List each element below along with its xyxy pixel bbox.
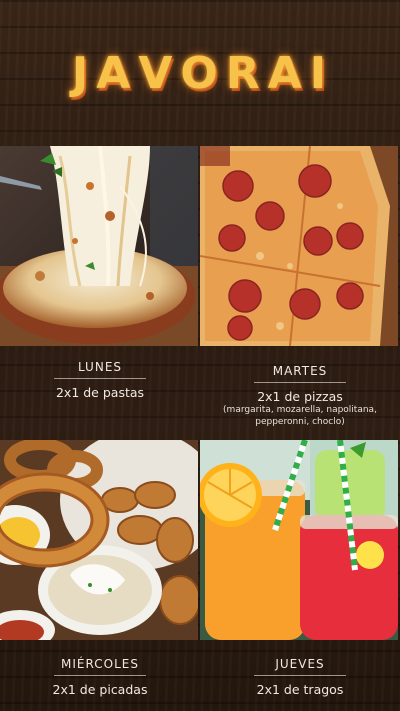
divider (54, 378, 146, 379)
day-name: MIÉRCOLES (61, 657, 139, 671)
drinks-photo (200, 440, 398, 640)
wednesday-offer: MIÉRCOLES 2x1 de picadas (0, 653, 200, 697)
promo-poster: J A V O R A I LUNES 2x1 de pastas MARTES… (0, 0, 400, 711)
logo-letter: J (71, 47, 91, 99)
pasta-photo (0, 146, 198, 346)
logo-letter: R (225, 47, 262, 99)
logo-letter: I (309, 47, 329, 99)
header: J A V O R A I (0, 0, 400, 146)
day-name: JUEVES (275, 657, 325, 671)
logo-letter: V (138, 47, 175, 99)
divider (254, 382, 346, 383)
logo-letter: A (267, 47, 304, 99)
logo-letter: A (96, 47, 133, 99)
javorai-logo: J A V O R A I (72, 48, 328, 99)
logo-letter: O (180, 47, 220, 99)
offer-text: 2x1 de pizzas (257, 389, 343, 404)
offer-detail: pepperonni, choclo) (255, 417, 345, 427)
monday-offer: LUNES 2x1 de pastas (0, 356, 200, 400)
divider (54, 675, 146, 676)
thursday-offer: JUEVES 2x1 de tragos (200, 653, 400, 697)
pasta-illustration (0, 146, 198, 346)
offer-detail: (margarita, mozarella, napolitana, (223, 405, 377, 415)
picadas-illustration (0, 440, 198, 640)
pizza-photo (200, 146, 398, 346)
onion-rings-photo (0, 440, 198, 640)
day-name: MARTES (272, 364, 328, 378)
drinks-illustration (200, 440, 398, 640)
tuesday-offer: MARTES 2x1 de pizzas (margarita, mozarel… (200, 360, 400, 428)
offer-text: 2x1 de picadas (52, 682, 148, 697)
day-name: LUNES (77, 360, 123, 374)
offer-text: 2x1 de tragos (256, 682, 344, 697)
pizza-illustration (200, 146, 398, 346)
divider (254, 675, 346, 676)
offer-text: 2x1 de pastas (55, 385, 145, 400)
